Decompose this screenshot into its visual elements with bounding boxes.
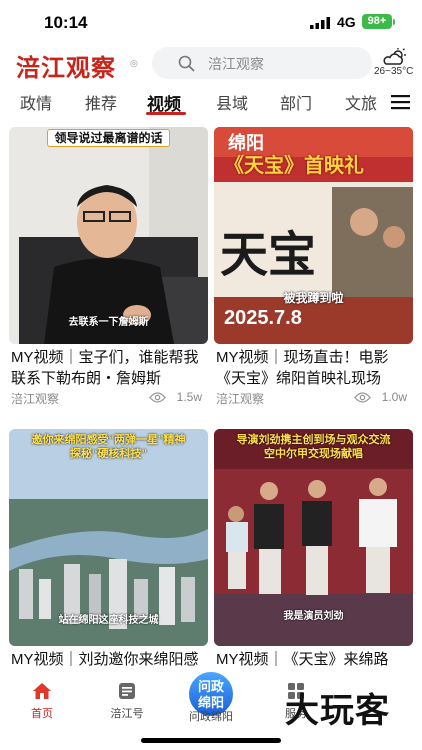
video-source[interactable]: 涪江观察 (216, 390, 264, 407)
nav-home[interactable]: 首页 (12, 682, 72, 721)
thumbnail-subtitle: 被我蹲到啦 (283, 291, 344, 305)
thumbnail-subtitle: 我是演员刘劲 (283, 611, 344, 622)
question-bubble-icon: 问政 绵阳 (197, 679, 224, 710)
video-card[interactable]: 导演刘劲携主创到场与观众交流 空中尔甲交现场献唱 我是演员刘劲 MY视频｜《天宝… (214, 429, 413, 670)
poster-date: 2025.7.8 (224, 307, 302, 329)
view-count: 1.5w (176, 390, 202, 404)
thumbnail-caption-line2: 探秘“硬核科技” (70, 448, 147, 460)
tab-bumen[interactable]: 部门 (280, 90, 312, 114)
video-card[interactable]: 邀你来绵阳感受“两弹一星”精神 探秘“硬核科技” 站在绵阳这座科技之城 MY视频… (9, 429, 208, 670)
location-pin-icon: ◎ (130, 58, 138, 68)
home-icon (33, 683, 51, 699)
battery-indicator: 98+ (362, 14, 392, 29)
newspaper-icon (119, 683, 135, 699)
status-time: 10:14 (44, 13, 88, 32)
app-logo[interactable]: 涪江观察 (16, 48, 116, 83)
cloud-sun-icon[interactable] (382, 48, 408, 66)
category-tabs: 政情 推荐 视频 县域 部门 文旅 (0, 86, 422, 120)
video-title[interactable]: MY视频｜现场直击！电影《天宝》绵阳首映礼现场 (216, 347, 412, 389)
video-card[interactable]: 绵阳 《天宝》首映礼 天宝 2025.7.8 被我蹲到啦 MY视频｜现场直击！电… (214, 127, 413, 407)
view-count: 1.0w (381, 390, 407, 404)
app-header: 涪江观察 ◎ 涪江观察 26~35°C (0, 44, 422, 84)
menu-icon[interactable] (391, 94, 410, 110)
video-title[interactable]: MY视频｜《天宝》来绵路演，刘劲、贾冰… (216, 649, 412, 670)
video-title[interactable]: MY视频｜刘劲邀你来绵阳感受“两弹一星”精神 (11, 649, 207, 670)
thumbnail-caption-line2: 空中尔甲交现场献唱 (264, 448, 363, 460)
eye-icon (149, 392, 166, 403)
search-icon (178, 55, 195, 72)
search-bar[interactable]: 涪江观察 (152, 47, 372, 79)
battery-tip (393, 19, 395, 25)
poster-title: 《天宝》首映礼 (224, 155, 364, 177)
nav-fujiang-account[interactable]: 涪江号 (97, 682, 157, 721)
tab-tuijian[interactable]: 推荐 (85, 90, 117, 114)
tab-xianyu[interactable]: 县域 (216, 90, 248, 114)
video-source[interactable]: 涪江观察 (11, 390, 59, 407)
thumbnail-subtitle: 站在绵阳这座科技之城 (58, 615, 159, 626)
video-title[interactable]: MY视频｜宝子们，谁能帮我联系下勒布朗・詹姆斯 (11, 347, 207, 389)
thumbnail-subtitle: 去联系一下詹姆斯 (68, 317, 149, 328)
video-thumbnail[interactable]: 导演刘劲携主创到场与观众交流 空中尔甲交现场献唱 我是演员刘劲 (214, 429, 413, 646)
nav-wenzheng-label: 问政绵阳 (189, 711, 233, 723)
eye-icon (354, 392, 371, 403)
signal-icon (310, 17, 330, 29)
video-thumbnail[interactable]: 绵阳 《天宝》首映礼 天宝 2025.7.8 被我蹲到啦 (214, 127, 413, 344)
search-placeholder: 涪江观察 (208, 56, 264, 72)
thumbnail-caption: 领导说过最离谱的话 (47, 129, 170, 147)
status-bar: 10:14 4G 98+ (0, 0, 422, 44)
tab-wenlv[interactable]: 文旅 (345, 90, 377, 114)
tab-zhengqing[interactable]: 政情 (20, 90, 52, 114)
nav-home-label: 首页 (31, 708, 53, 720)
nav-fujiang-label: 涪江号 (110, 708, 144, 720)
video-thumbnail[interactable]: 领导说过最离谱的话 去联系一下詹姆斯 (9, 127, 208, 344)
home-indicator (141, 738, 281, 743)
network-type: 4G (337, 14, 356, 30)
watermark: 大玩客 (285, 691, 390, 731)
video-thumbnail[interactable]: 邀你来绵阳感受“两弹一星”精神 探秘“硬核科技” 站在绵阳这座科技之城 (9, 429, 208, 646)
nav-wenzheng[interactable]: 问政绵阳 (181, 708, 241, 724)
thumbnail-caption-banner: 领导说过最离谱的话 (9, 129, 208, 147)
temperature-range: 26~35°C (374, 66, 414, 77)
active-tab-indicator (146, 112, 186, 115)
video-card[interactable]: 领导说过最离谱的话 去联系一下詹姆斯 MY视频｜宝子们，谁能帮我联系下勒布朗・詹… (9, 127, 208, 407)
poster-big-title: 天宝 (220, 227, 317, 283)
man-on-sofa-image (9, 127, 208, 344)
